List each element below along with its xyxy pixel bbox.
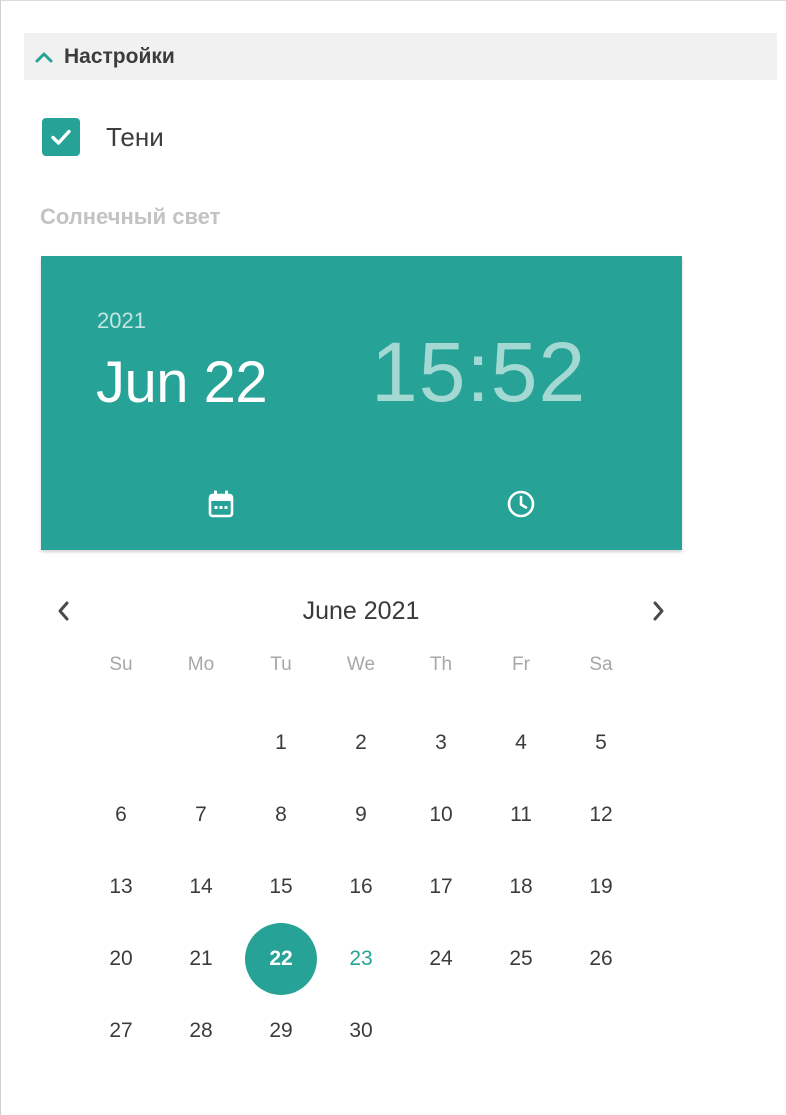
calendar-day-label: 21 xyxy=(189,947,213,970)
weekday-label: Fr xyxy=(512,654,530,675)
weekday-label: We xyxy=(346,654,376,675)
sunlight-label: Солнечный свет xyxy=(40,204,221,229)
calendar-day-label: 18 xyxy=(509,875,533,898)
calendar-day-selected[interactable]: 22 xyxy=(241,923,321,995)
weekday-label: Sa xyxy=(589,654,613,675)
chevron-up-icon xyxy=(24,33,64,80)
calendar-day[interactable]: 20 xyxy=(81,923,161,995)
calendar-day[interactable]: 26 xyxy=(561,923,641,995)
prev-month-button[interactable] xyxy=(44,591,84,631)
calendar-day-label: 20 xyxy=(109,947,133,970)
datetime-picker-header: 2021 Jun 22 15:52 xyxy=(41,256,682,550)
calendar-day-label: 5 xyxy=(595,731,607,754)
date-display[interactable]: Jun 22 xyxy=(96,349,268,416)
calendar-day-label: 28 xyxy=(189,1019,213,1042)
weekday-header: Su Mo Tu We Th Fr Sa xyxy=(81,654,641,680)
calendar-day[interactable]: 7 xyxy=(161,779,241,851)
calendar-day-label: 11 xyxy=(510,803,532,826)
calendar-day[interactable]: 25 xyxy=(481,923,561,995)
calendar-day-label: 6 xyxy=(115,803,127,826)
shadows-checkbox[interactable] xyxy=(42,118,80,156)
calendar-day[interactable]: 2 xyxy=(321,707,401,779)
next-month-button[interactable] xyxy=(638,591,678,631)
calendar-day[interactable]: 13 xyxy=(81,851,161,923)
shadows-checkbox-row[interactable]: Тени xyxy=(42,117,164,157)
calendar-day-label: 25 xyxy=(509,947,533,970)
calendar-day-label: 14 xyxy=(189,875,213,898)
calendar-day[interactable]: 17 xyxy=(401,851,481,923)
calendar-day-label: 27 xyxy=(109,1019,133,1042)
calendar-day[interactable]: 30 xyxy=(321,995,401,1067)
calendar-month-label: June 2021 xyxy=(302,597,420,625)
time-tab[interactable] xyxy=(495,478,547,530)
calendar-day[interactable]: 16 xyxy=(321,851,401,923)
calendar-day-today[interactable]: 23 xyxy=(321,923,401,995)
calendar-day-label: 8 xyxy=(275,803,287,826)
calendar-day-label: 26 xyxy=(589,947,613,970)
settings-panel: Настройки Тени Солнечный свет 2021 Jun 2… xyxy=(0,0,786,1115)
calendar-day[interactable]: 14 xyxy=(161,851,241,923)
calendar-day-label: 4 xyxy=(515,731,527,754)
calendar-day-label: 22 xyxy=(245,923,317,995)
calendar-day-label: 24 xyxy=(429,947,453,970)
calendar-day[interactable]: 21 xyxy=(161,923,241,995)
checkmark-icon xyxy=(51,129,71,145)
calendar-day[interactable]: 11 xyxy=(481,779,561,851)
section-title: Настройки xyxy=(64,44,175,68)
calendar-day-label: 13 xyxy=(109,875,133,898)
calendar-day-label: 30 xyxy=(349,1019,373,1042)
calendar-day[interactable]: 8 xyxy=(241,779,321,851)
calendar-day[interactable]: 18 xyxy=(481,851,561,923)
chevron-left-icon xyxy=(58,601,69,621)
calendar-days-grid: 1 2 3 4 5 6 7 8 9 10 11 12 13 14 15 16 17 18 19 20 21 22 23 24 2… xyxy=(81,707,641,1067)
calendar-day[interactable]: 3 xyxy=(401,707,481,779)
calendar-day-label: 29 xyxy=(269,1019,293,1042)
calendar-day-label: 10 xyxy=(429,803,453,826)
calendar-day[interactable]: 24 xyxy=(401,923,481,995)
calendar-day[interactable]: 27 xyxy=(81,995,161,1067)
settings-section-header[interactable]: Настройки xyxy=(24,33,777,80)
weekday-label: Su xyxy=(109,654,133,675)
calendar-day-label: 15 xyxy=(269,875,293,898)
chevron-right-icon xyxy=(653,601,664,621)
calendar-day-label: 2 xyxy=(355,731,367,754)
calendar-empty-cell xyxy=(81,707,161,779)
calendar-empty-cell xyxy=(161,707,241,779)
calendar-day[interactable]: 5 xyxy=(561,707,641,779)
weekday-label: Th xyxy=(429,654,453,675)
calendar-day-label: 23 xyxy=(349,947,373,970)
calendar-day[interactable]: 9 xyxy=(321,779,401,851)
calendar-day[interactable]: 1 xyxy=(241,707,321,779)
weekday-label: Tu xyxy=(270,654,292,675)
weekday-label: Mo xyxy=(187,654,215,675)
calendar-day-label: 16 xyxy=(349,875,373,898)
calendar-empty-cell-inner xyxy=(85,707,157,779)
calendar-day[interactable]: 10 xyxy=(401,779,481,851)
calendar-day[interactable]: 29 xyxy=(241,995,321,1067)
shadows-checkbox-label: Тени xyxy=(106,121,164,152)
calendar-day-label: 7 xyxy=(195,803,207,826)
calendar-day-label: 19 xyxy=(589,875,613,898)
clock-icon xyxy=(507,490,535,518)
calendar-day[interactable]: 19 xyxy=(561,851,641,923)
calendar-icon xyxy=(208,490,234,518)
calendar-day-label: 9 xyxy=(355,803,367,826)
calendar-day[interactable]: 15 xyxy=(241,851,321,923)
calendar-day[interactable]: 12 xyxy=(561,779,641,851)
time-display[interactable]: 15:52 xyxy=(371,324,586,421)
calendar-day[interactable]: 4 xyxy=(481,707,561,779)
calendar-day-label: 12 xyxy=(589,803,613,826)
year-display[interactable]: 2021 xyxy=(97,308,146,334)
date-tab[interactable] xyxy=(195,478,247,530)
calendar-day[interactable]: 6 xyxy=(81,779,161,851)
calendar-day-label: 17 xyxy=(429,875,453,898)
calendar-day-label: 3 xyxy=(435,731,447,754)
calendar-day-label: 1 xyxy=(275,731,287,754)
calendar-day[interactable]: 28 xyxy=(161,995,241,1067)
calendar-empty-cell-inner xyxy=(165,707,237,779)
